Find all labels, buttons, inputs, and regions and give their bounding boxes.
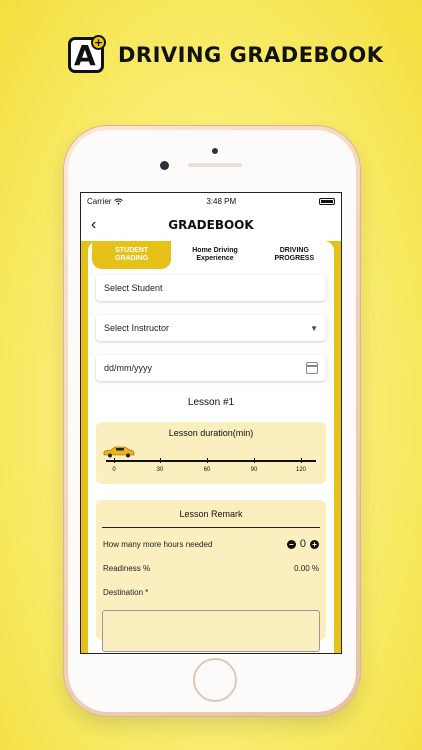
tick-label: 30 [156, 467, 164, 473]
content-area: STUDENT GRADING Home Driving Experience DR… [81, 241, 341, 653]
minus-icon[interactable]: − [286, 539, 296, 549]
select-instructor-placeholder: Select Instructor [104, 323, 170, 333]
logo-plus: + [91, 35, 106, 50]
tick-mark [207, 458, 208, 463]
app-logo-icon: A + [68, 35, 106, 73]
remark-title: Lesson Remark [179, 509, 243, 519]
status-time: 3:48 PM [206, 196, 237, 206]
select-instructor-dropdown[interactable]: Select Instructor ▼ [96, 315, 326, 341]
chevron-down-icon: ▼ [310, 323, 318, 333]
hours-needed-label: How many more hours needed [103, 539, 213, 549]
home-button[interactable] [193, 658, 237, 702]
tab-driving-progress[interactable]: DRIVING PROGRESS [255, 241, 334, 269]
calendar-icon[interactable] [306, 362, 318, 374]
tick-mark [160, 458, 161, 463]
status-bar: Carrier 3:48 PM [81, 193, 341, 209]
front-camera [160, 161, 169, 170]
carrier: Carrier [87, 196, 124, 206]
tab-student-grading[interactable]: STUDENT GRADING [92, 241, 172, 269]
readiness-label: Readiness % [103, 563, 151, 573]
tick-mark [301, 458, 302, 463]
carrier-label: Carrier [87, 196, 112, 206]
tab-label-line1: Home Driving [192, 247, 238, 254]
destination-input[interactable] [102, 610, 320, 652]
duration-slider-track[interactable] [106, 460, 316, 462]
battery-icon [319, 197, 335, 205]
destination-label: Destination * [103, 587, 149, 597]
divider [102, 527, 320, 528]
brand-title: DRIVING GRADEBOOK [118, 43, 384, 67]
tick-label: 0 [112, 467, 116, 473]
tab-label-line2: GRADING [115, 255, 149, 262]
car-slider-icon[interactable] [102, 446, 136, 458]
date-field[interactable]: dd/mm/yyyy [96, 355, 326, 381]
lesson-title: Lesson #1 [187, 397, 235, 408]
tab-label-line2: Experience [196, 255, 234, 262]
tick-mark [254, 458, 255, 463]
hours-needed-row: How many more hours needed − 0 + [96, 532, 326, 556]
destination-row: Destination * [96, 580, 326, 604]
date-placeholder: dd/mm/yyyy [104, 363, 153, 373]
tick-label: 90 [250, 467, 258, 473]
form-card: STUDENT GRADING Home Driving Experience DR… [88, 241, 334, 653]
lesson-remark-panel: Lesson Remark How many more hours needed… [96, 500, 326, 652]
wifi-icon [114, 198, 124, 205]
readiness-value: 0.00 % [294, 563, 319, 573]
tab-label-line1: STUDENT [115, 247, 149, 254]
duration-title: Lesson duration(min) [168, 428, 254, 438]
page-title: GRADEBOOK [168, 218, 254, 232]
lesson-duration-panel: Lesson duration(min) 0 30 60 90 120 [96, 422, 326, 484]
tab-label-line1: DRIVING [279, 247, 309, 254]
tab-bar: STUDENT GRADING Home Driving Experience DR… [88, 241, 334, 269]
back-icon[interactable]: ‹ [91, 216, 96, 234]
tick-mark [114, 458, 115, 463]
tab-label-line2: PROGRESS [274, 255, 315, 262]
hours-stepper: − 0 + [286, 538, 319, 550]
brand-header: A + DRIVING GRADEBOOK [68, 34, 384, 76]
front-sensor [212, 148, 218, 154]
select-student-placeholder: Select Student [104, 283, 163, 293]
tick-label: 60 [203, 467, 211, 473]
app-screen: Carrier 3:48 PM ‹ GRADEBOOK STUDENT GRADI… [80, 192, 342, 654]
select-student-field[interactable]: Select Student [96, 275, 326, 301]
nav-bar: ‹ GRADEBOOK [81, 209, 341, 241]
tick-label: 120 [295, 467, 307, 473]
plus-icon[interactable]: + [310, 539, 319, 549]
tab-home-driving-experience[interactable]: Home Driving Experience [175, 241, 254, 269]
readiness-row: Readiness % 0.00 % [96, 556, 326, 580]
hours-value: 0 [299, 538, 306, 550]
earpiece [188, 163, 242, 167]
